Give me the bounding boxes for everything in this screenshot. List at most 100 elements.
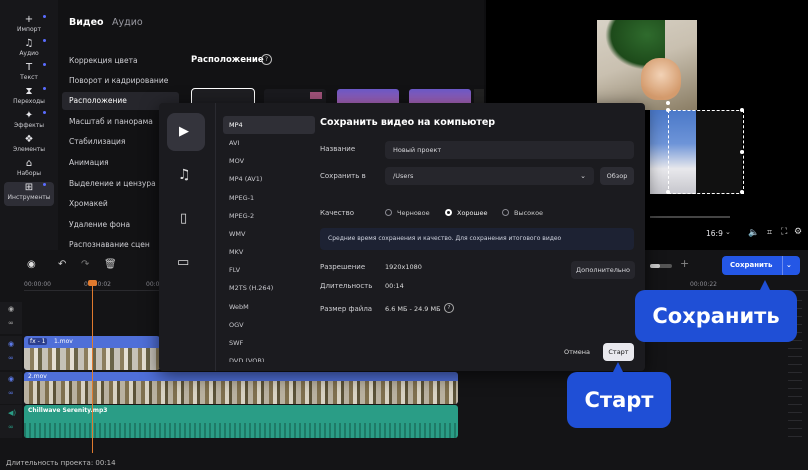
- tab-video[interactable]: Видео: [69, 17, 104, 28]
- help-icon[interactable]: ?: [261, 54, 272, 65]
- audio-clip[interactable]: Chillwave Serenity.mp3: [24, 405, 458, 438]
- toolbar-item-elements[interactable]: ❖ Элементы: [4, 134, 54, 156]
- thumb-pip: [310, 92, 322, 99]
- format-item[interactable]: SWF: [223, 334, 315, 352]
- toolbar-label: Импорт: [17, 26, 41, 33]
- scrub-bar[interactable]: [650, 216, 730, 218]
- zoom-slider-fill: [650, 264, 660, 268]
- quality-radio-high[interactable]: [502, 209, 509, 216]
- cancel-button[interactable]: Отмена: [560, 344, 594, 361]
- format-item[interactable]: MPEG-2: [223, 207, 315, 225]
- toolbar-item-audio[interactable]: ♫ Аудио: [4, 38, 54, 60]
- menu-item-color[interactable]: Коррекция цвета: [62, 52, 179, 70]
- format-item[interactable]: MOV: [223, 152, 315, 170]
- callout-pointer: [613, 362, 623, 372]
- toolbar-item-effects[interactable]: ✦ Эффекты: [4, 110, 54, 132]
- quality-radio-good[interactable]: [445, 209, 452, 216]
- toolbar-item-text[interactable]: T Текст: [4, 62, 54, 84]
- resize-handle[interactable]: [666, 108, 670, 112]
- save-to-field[interactable]: /Users ⌄: [385, 167, 594, 185]
- new-badge: [43, 63, 46, 66]
- quality-option-label: Высокое: [514, 209, 544, 217]
- format-item[interactable]: WMV: [223, 225, 315, 243]
- plus-icon: +: [24, 14, 34, 25]
- save-button-label: Сохранить: [730, 261, 773, 269]
- format-item[interactable]: FLV: [223, 261, 315, 279]
- eye-icon[interactable]: ◉: [8, 305, 14, 313]
- fullscreen-icon[interactable]: ⛶: [781, 227, 787, 237]
- format-item[interactable]: MP4 (AV1): [223, 170, 315, 188]
- crop-icon[interactable]: ⌗: [767, 228, 772, 238]
- link-icon[interactable]: ∞: [8, 389, 14, 397]
- toolbar-label: Переходы: [13, 98, 45, 105]
- resize-handle[interactable]: [740, 108, 744, 112]
- resize-handle[interactable]: [666, 190, 670, 194]
- resize-handle[interactable]: [740, 190, 744, 194]
- new-badge: [43, 39, 46, 42]
- toolbar-label: Элементы: [12, 146, 46, 153]
- speaker-icon[interactable]: ◀): [8, 409, 16, 417]
- format-item[interactable]: MPEG-1: [223, 189, 315, 207]
- format-item[interactable]: MP4: [223, 116, 315, 134]
- format-item[interactable]: AVI: [223, 134, 315, 152]
- resize-handle[interactable]: [740, 150, 744, 154]
- redo-icon[interactable]: ↷: [81, 259, 89, 270]
- more-settings-button[interactable]: Дополнительно: [571, 261, 635, 279]
- quality-label: Качество: [320, 209, 355, 217]
- format-item[interactable]: OGV: [223, 316, 315, 334]
- zoom-in-icon[interactable]: +: [680, 257, 689, 270]
- track-header: ◀) ∞: [0, 405, 22, 438]
- name-field[interactable]: Новый проект: [385, 141, 634, 159]
- volume-icon[interactable]: 🔈: [748, 228, 759, 238]
- resize-handle[interactable]: [666, 101, 670, 105]
- clip-label: Chillwave Serenity.mp3: [28, 407, 108, 414]
- format-item[interactable]: M2TS (H.264): [223, 279, 315, 297]
- eye-icon[interactable]: ◉: [8, 340, 14, 348]
- gift-icon: ⌂: [25, 158, 33, 169]
- help-icon[interactable]: ?: [444, 303, 454, 313]
- quality-option-label: Хорошее: [457, 209, 488, 217]
- link-icon[interactable]: ∞: [8, 319, 14, 327]
- toolbar-item-transitions[interactable]: ⧗ Переходы: [4, 86, 54, 108]
- category-audio[interactable]: ♫: [178, 167, 191, 183]
- trash-icon[interactable]: 🗑: [104, 259, 117, 270]
- record-icon[interactable]: ◉: [27, 259, 36, 270]
- chevron-down-icon: ⌄: [725, 228, 731, 236]
- gear-icon[interactable]: ⚙: [794, 227, 802, 237]
- link-icon[interactable]: ∞: [8, 423, 14, 431]
- callout-pointer: [760, 280, 770, 290]
- browse-button[interactable]: Обзор: [600, 167, 634, 185]
- start-callout: Старт: [567, 372, 671, 428]
- aspect-select[interactable]: 16:9: [706, 229, 723, 238]
- selection-box[interactable]: [668, 110, 744, 194]
- divider: [215, 103, 216, 371]
- playhead[interactable]: [92, 283, 93, 453]
- chevron-down-icon[interactable]: ⌄: [786, 256, 792, 275]
- toolbar-item-import[interactable]: + Импорт: [4, 14, 54, 36]
- music-note-icon: ♫: [24, 38, 34, 49]
- dialog-title: Сохранить видео на компьютер: [320, 117, 496, 128]
- save-button[interactable]: Сохранить ⌄: [722, 256, 800, 275]
- tab-audio[interactable]: Аудио: [112, 17, 143, 28]
- undo-icon[interactable]: ↶: [58, 259, 66, 270]
- link-icon[interactable]: ∞: [8, 354, 14, 362]
- format-item[interactable]: MKV: [223, 243, 315, 261]
- zoom-slider[interactable]: [650, 264, 672, 268]
- menu-item-rotate[interactable]: Поворот и кадрирование: [62, 72, 179, 90]
- save-to-value: /Users: [393, 172, 414, 180]
- quality-radio-draft[interactable]: [385, 209, 392, 216]
- toolbar-label: Наборы: [16, 170, 42, 177]
- category-tv[interactable]: ▭: [177, 255, 189, 270]
- eye-icon[interactable]: ◉: [8, 375, 14, 383]
- format-item[interactable]: DVD (VOB): [223, 352, 315, 362]
- category-mobile[interactable]: ▯: [180, 211, 187, 226]
- toolbar-item-tools[interactable]: ⊞ Инструменты: [4, 182, 54, 206]
- duration-label: Длительность: [320, 282, 373, 290]
- video-camera-icon: ▶: [179, 124, 189, 139]
- format-item[interactable]: WebM: [223, 298, 315, 316]
- category-video[interactable]: ▶: [167, 113, 205, 151]
- start-button[interactable]: Старт: [603, 343, 634, 361]
- video-clip-2[interactable]: 2.mov: [24, 372, 458, 404]
- toolbar-item-kits[interactable]: ⌂ Наборы: [4, 158, 54, 180]
- playhead-handle[interactable]: [88, 280, 97, 286]
